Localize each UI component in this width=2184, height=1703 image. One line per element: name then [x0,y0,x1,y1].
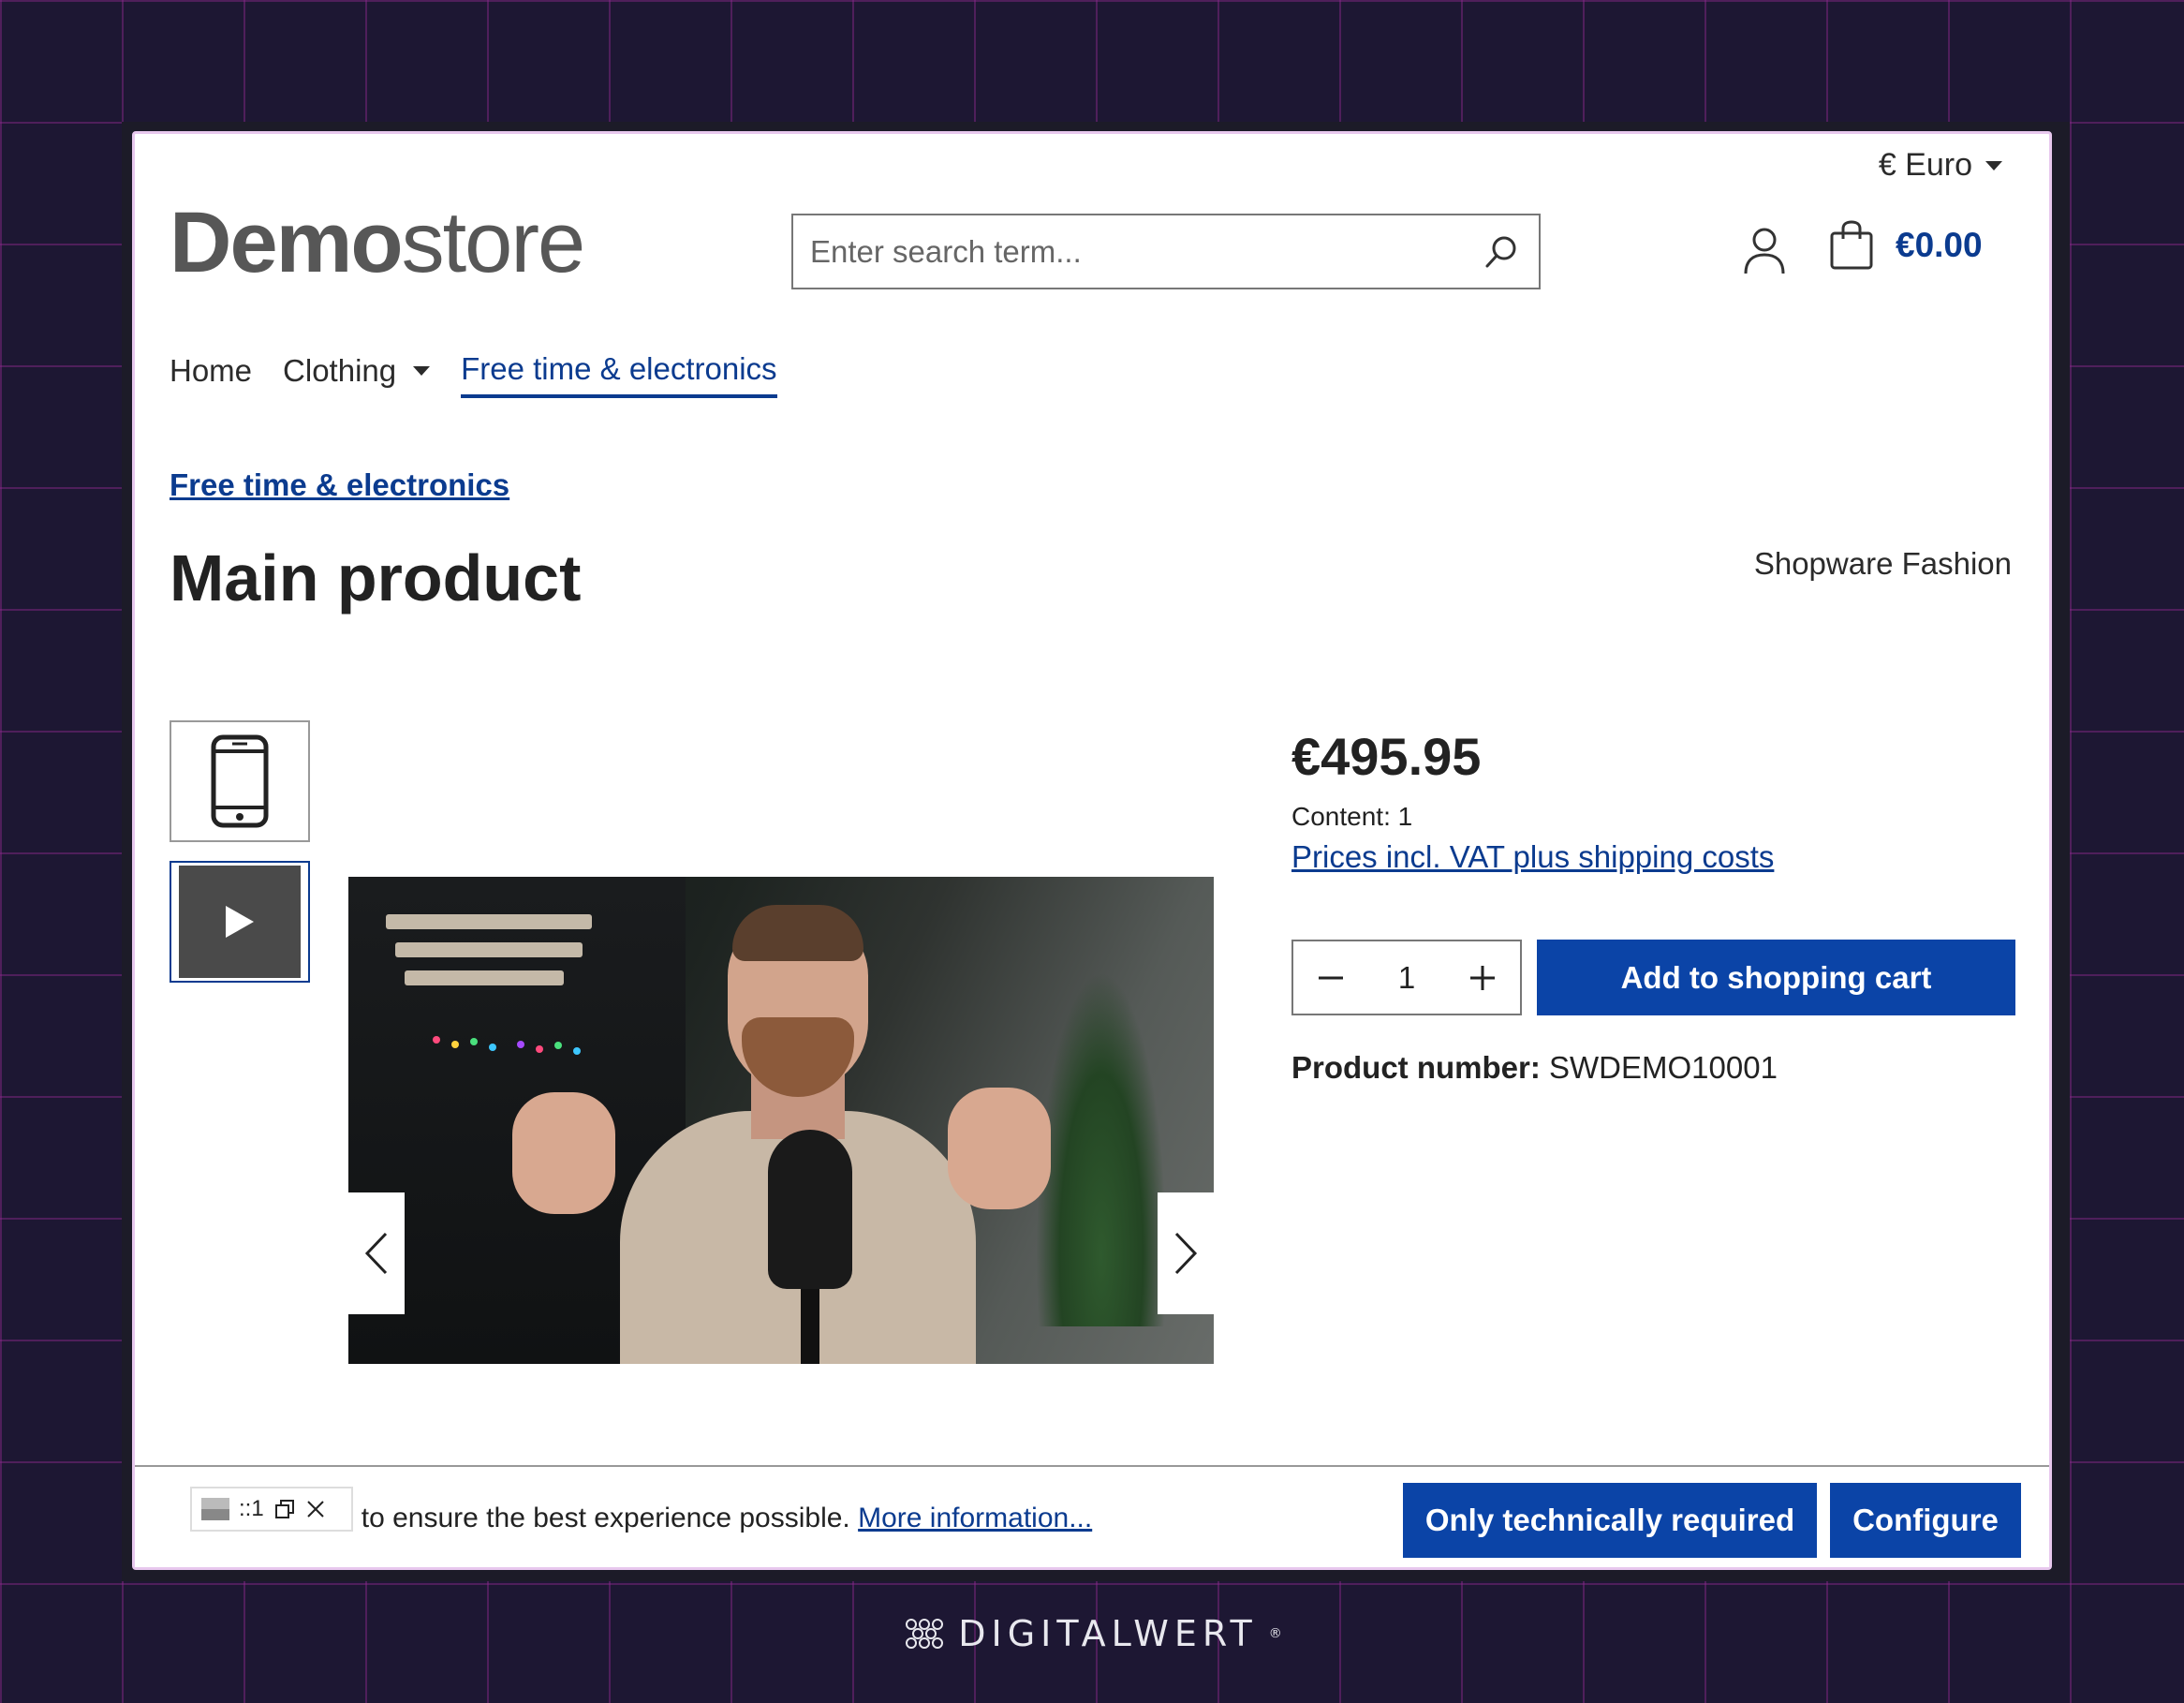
video-decor [512,1092,615,1214]
plus-icon [1469,965,1495,990]
only-technically-required-button[interactable]: Only technically required [1403,1483,1817,1558]
nav-item-label: Home [170,353,253,388]
nav-item-clothing[interactable]: Clothing [283,351,431,398]
video-decor [554,1042,562,1049]
video-decor [451,1041,459,1048]
play-icon [226,906,254,938]
cookie-bar: uses cookies to ensure the best experien… [135,1465,2049,1567]
gallery-prev-button[interactable] [348,1192,405,1314]
nav-item-label: Clothing [283,353,397,388]
video-decor [470,1038,478,1045]
image-icon [201,1498,229,1520]
quantity-decrease-button[interactable] [1293,941,1368,1014]
user-icon [1744,228,1785,274]
restore-window-icon [274,1500,294,1518]
browser-window: € Euro Demostore €0.00 Home Cl [132,131,2052,1570]
gallery-thumbnail-video[interactable] [170,861,310,983]
chevron-right-icon [1174,1232,1198,1275]
store-logo[interactable]: Demostore [170,200,585,286]
video-decor [1036,970,1167,1326]
vat-shipping-link[interactable]: Prices incl. VAT plus shipping costs [1291,839,1774,875]
quantity-stepper: 1 [1291,940,1522,1015]
chevron-down-icon [1985,160,2002,170]
gallery-thumbnail-phone[interactable] [170,720,310,842]
currency-dropdown[interactable]: € Euro [1879,147,2002,184]
search-icon [1485,236,1516,267]
video-decor [517,1041,524,1048]
chevron-left-icon [364,1232,388,1275]
video-decor [573,1047,581,1055]
configure-button[interactable]: Configure [1830,1483,2021,1558]
product-price: €495.95 [1291,727,1482,786]
account-button[interactable] [1741,225,1788,277]
toolbar-label: ::1 [239,1496,264,1521]
logo-light: store [401,195,586,290]
chevron-down-icon [413,366,431,376]
video-thumbnail [179,866,301,978]
product-video[interactable] [348,877,1214,1364]
mini-toolbar: ::1 [190,1487,353,1532]
nav-item-free-time-electronics[interactable]: Free time & electronics [461,351,777,398]
breadcrumb[interactable]: Free time & electronics [170,467,509,503]
footer-brand: DIGITALWERT ® [0,1613,2184,1654]
product-content: Content: 1 [1291,802,1413,831]
brand-registered-mark: ® [1268,1626,1282,1641]
search-input[interactable] [793,215,1464,288]
smartphone-icon [211,734,269,828]
logo-bold: Demo [170,195,404,290]
currency-label: € Euro [1878,147,1972,183]
video-decor [395,942,583,957]
close-button[interactable] [305,1499,326,1519]
brand-name: DIGITALWERT [958,1613,1258,1654]
quantity-value[interactable]: 1 [1398,960,1415,996]
cart-button[interactable]: €0.00 [1828,220,1983,271]
video-decor [489,1044,496,1051]
cookie-more-info-link[interactable]: More information... [858,1503,1092,1533]
brand-logo-icon [906,1619,944,1649]
video-decor [405,970,564,985]
page-title: Main product [170,541,582,615]
search-button[interactable] [1464,215,1539,288]
add-to-cart-button[interactable]: Add to shopping cart [1537,940,2015,1015]
search-box [791,214,1541,289]
quantity-increase-button[interactable] [1445,941,1520,1014]
video-decor [433,1036,440,1044]
product-number: Product number: SWDEMO10001 [1291,1050,1778,1086]
product-number-label: Product number: [1291,1050,1541,1085]
nav-item-label: Free time & electronics [461,351,777,386]
restore-window-button[interactable] [273,1498,296,1520]
gallery-next-button[interactable] [1158,1192,1214,1314]
main-navigation: Home Clothing Free time & electronics [170,351,777,398]
close-icon [306,1501,324,1518]
minus-icon [1319,976,1343,979]
video-decor [768,1130,852,1289]
video-decor [536,1045,543,1053]
nav-item-home[interactable]: Home [170,351,252,398]
shopping-bag-icon [1830,220,1873,270]
video-decor [801,1289,819,1364]
product-number-value: SWDEMO10001 [1549,1050,1778,1085]
video-decor [948,1088,1051,1209]
cart-total: €0.00 [1896,226,1983,264]
video-decor [732,905,863,961]
manufacturer-name[interactable]: Shopware Fashion [1754,546,2012,582]
video-decor [386,914,592,929]
